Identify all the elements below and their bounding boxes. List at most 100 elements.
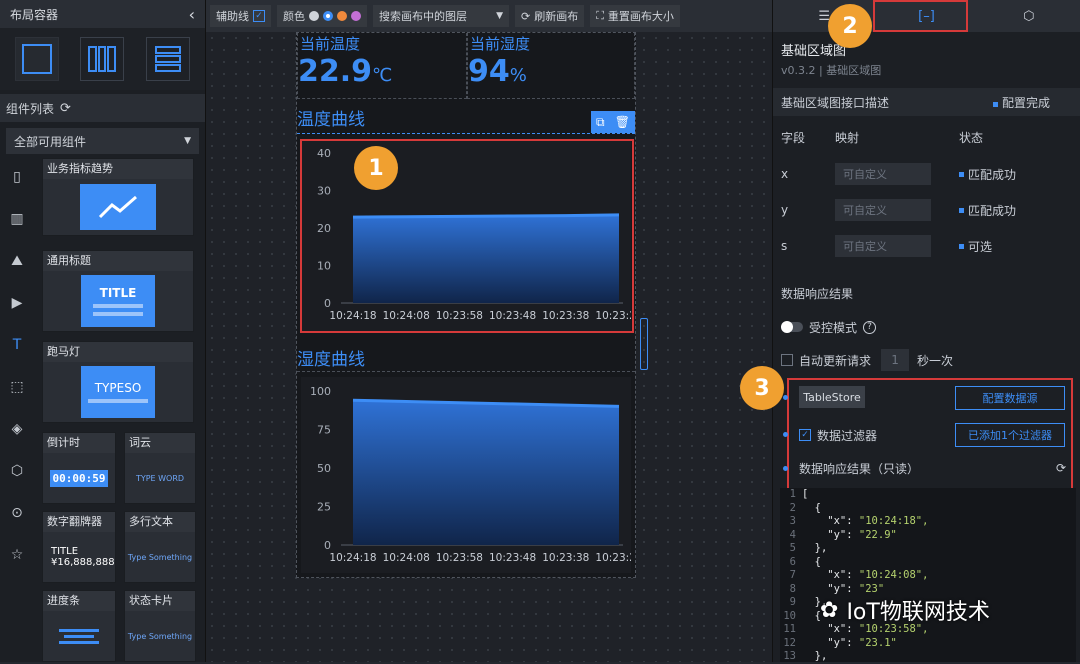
color-picker: 颜色: [277, 5, 367, 27]
color-swatch-purple[interactable]: [351, 11, 361, 21]
auto-update-row: 自动更新请求 1 秒一次: [773, 349, 1080, 371]
help-icon[interactable]: ?: [863, 320, 877, 334]
json-result-viewer[interactable]: 1[2 {3 "x": "10:24:18", 4 "y": "22.9" 5 },…: [780, 488, 1076, 662]
card-title: 状态卡片: [125, 591, 195, 611]
layout-single-button[interactable]: [14, 37, 59, 81]
marquee-preview: TYPESO: [81, 366, 155, 418]
layout-columns-button[interactable]: [80, 37, 125, 81]
auto-update-checkbox[interactable]: [781, 354, 793, 366]
card-countdown[interactable]: 倒计时 00:00:59: [42, 432, 116, 504]
component-filter-select[interactable]: 全部可用组件 ▼: [6, 128, 199, 154]
x-tick-label: 10:24:18: [329, 552, 376, 564]
humidity-value-row: 94%: [468, 54, 634, 89]
component-list-label: 组件列表: [6, 101, 55, 116]
card-progress-bar[interactable]: 进度条: [42, 590, 116, 662]
data-filter-checkbox[interactable]: ✓: [799, 429, 811, 441]
star-icon[interactable]: ☆: [0, 534, 34, 576]
line-number: 7: [789, 569, 796, 581]
component-list-header: 组件列表 ⟳: [0, 94, 205, 122]
field-row-y: y 可自定义 匹配成功: [773, 198, 1080, 222]
config-datasource-button[interactable]: 配置数据源: [955, 386, 1065, 410]
line-number: 4: [789, 528, 796, 541]
delete-icon[interactable]: 🗑: [615, 115, 630, 129]
columns-icon: [88, 46, 117, 72]
card-general-title[interactable]: 通用标题 TITLE: [42, 250, 194, 332]
interval-unit: 秒一次: [917, 353, 954, 368]
temperature-unit: ℃: [372, 65, 393, 86]
y-tick-label: 100: [310, 385, 331, 398]
config-done-label: 配置完成: [1001, 95, 1050, 110]
hexagon-icon[interactable]: ⬡: [0, 450, 34, 492]
col-status: 状态: [959, 130, 984, 145]
collapse-chevron-icon[interactable]: ‹: [189, 5, 195, 24]
card-title: 多行文本: [125, 512, 195, 532]
line-number: 10: [783, 609, 796, 622]
flip-preview-value: ¥16,888,888: [51, 557, 115, 568]
layout-rows-button[interactable]: [146, 37, 191, 81]
humidity-stat[interactable]: 当前湿度 94%: [467, 33, 635, 99]
copy-icon[interactable]: ⧉: [596, 115, 605, 130]
transform-icon[interactable]: ⬚: [0, 366, 34, 408]
tag-icon[interactable]: ◈: [0, 408, 34, 450]
humidity-chart-title: 湿度曲线: [297, 350, 365, 370]
text-icon[interactable]: T: [0, 324, 34, 366]
map-icon[interactable]: ⛰: [0, 240, 34, 282]
refresh-icon[interactable]: ⟳: [1056, 461, 1066, 475]
guide-toggle[interactable]: 辅助线 ✓: [210, 5, 271, 27]
status-card-preview: Type Something: [127, 631, 193, 641]
refresh-icon[interactable]: ⟳: [60, 101, 71, 116]
line-number: 5: [789, 542, 796, 554]
guide-checkbox[interactable]: ✓: [253, 10, 265, 22]
resize-handle[interactable]: [640, 318, 648, 370]
data-filter-label: 数据过滤器: [817, 428, 878, 443]
card-number-flip[interactable]: 数字翻牌器 TITLE ¥16,888,888: [42, 511, 116, 583]
line-number: 3: [789, 515, 796, 527]
field-status: 匹配成功: [968, 167, 1017, 182]
code-text: },: [802, 650, 828, 662]
temperature-stat[interactable]: 当前温度 22.9℃: [297, 33, 467, 99]
datasource-tag[interactable]: TableStore: [799, 386, 865, 408]
data-result-heading: 数据响应结果: [773, 282, 1080, 304]
step-badge-3: 3: [740, 366, 784, 410]
tab-interaction[interactable]: ⬡: [978, 0, 1080, 32]
color-swatch-blue[interactable]: [323, 11, 333, 21]
y-tick-label: 75: [317, 424, 331, 437]
interface-desc-label: 基础区域图接口描述: [781, 95, 890, 110]
card-word-cloud[interactable]: 词云 TYPE WORD: [124, 432, 196, 504]
multiline-preview: Type Something: [127, 552, 193, 562]
humidity-area-chart: 0 25 50 75 100 10:24:18 10:24:08 10:23:58 10:23:…: [310, 385, 643, 564]
card-multiline-text[interactable]: 多行文本 Type Something: [124, 511, 196, 583]
card-marquee[interactable]: 跑马灯 TYPESO: [42, 341, 194, 423]
more-icon[interactable]: ⊙: [0, 492, 34, 534]
marquee-preview-text: TYPESO: [94, 381, 142, 395]
reset-canvas-size-button[interactable]: ⛶ 重置画布大小: [590, 5, 680, 27]
temperature-label: 当前温度: [300, 35, 361, 53]
data-result-label: 数据响应结果: [781, 286, 854, 301]
field-map-input[interactable]: 可自定义: [835, 163, 931, 185]
card-status-card[interactable]: 状态卡片 Type Something: [124, 590, 196, 662]
layout-options: [0, 28, 205, 90]
humidity-chart[interactable]: 0 25 50 75 100 10:24:18 10:24:08 10:23:58 10:23:…: [301, 377, 643, 573]
refresh-canvas-button[interactable]: ⟳ 刷新画布: [515, 5, 585, 27]
area-fill: [353, 400, 619, 545]
field-map-input[interactable]: 可自定义: [835, 235, 931, 257]
card-business-trend[interactable]: 业务指标趋势: [42, 158, 194, 236]
layer-search-select[interactable]: 搜索画布中的图层 ▼: [373, 5, 509, 27]
line-number: 12: [783, 636, 796, 649]
bar-chart-icon[interactable]: ▥: [0, 198, 34, 240]
controlled-mode-toggle[interactable]: [781, 321, 803, 333]
mobile-icon[interactable]: ▯: [0, 156, 34, 198]
color-swatch-orange[interactable]: [337, 11, 347, 21]
config-status: 配置完成: [992, 94, 1050, 111]
card-title: 倒计时: [43, 433, 115, 453]
controlled-mode-row: 受控模式 ?: [773, 316, 1080, 338]
code-line: 2 {: [780, 502, 1076, 516]
field-row-x: x 可自定义 匹配成功: [773, 162, 1080, 186]
field-map-input[interactable]: 可自定义: [835, 199, 931, 221]
interval-input[interactable]: 1: [881, 349, 910, 371]
filter-added-button[interactable]: 已添加1个过滤器: [955, 423, 1065, 447]
media-icon[interactable]: ▶: [0, 282, 34, 324]
line-number: 2: [789, 501, 796, 514]
color-swatch-gray[interactable]: [309, 11, 319, 21]
temperature-value: 22.9: [298, 54, 373, 89]
